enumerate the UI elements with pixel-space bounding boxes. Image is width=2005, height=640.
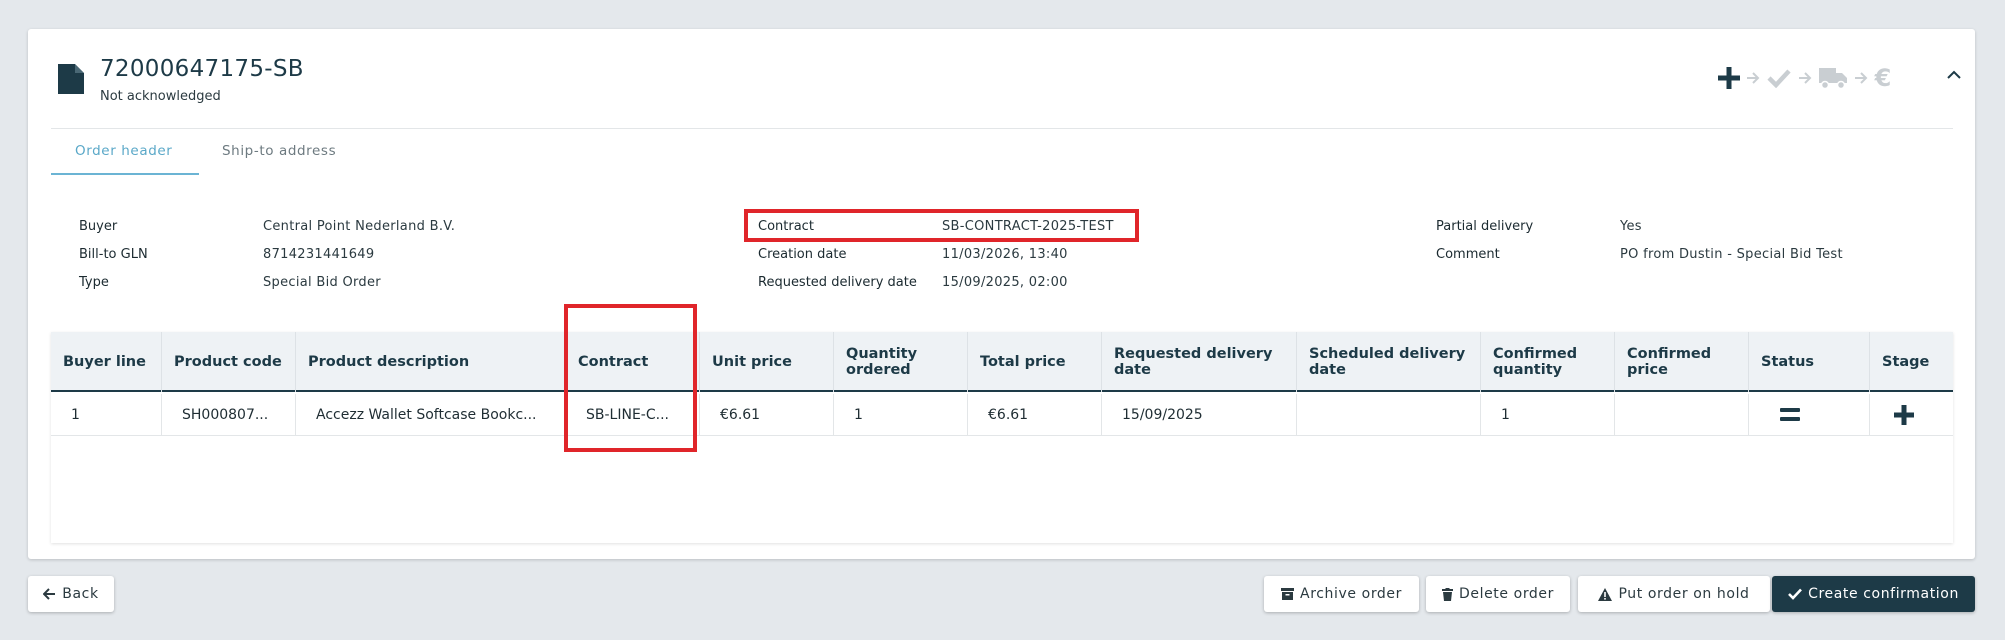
cell-product-description: Accezz Wallet Softcase Bookc...	[295, 394, 565, 436]
table-header: Buyer line Product code Product descript…	[51, 332, 1953, 392]
column-header[interactable]: Confirmed quantity	[1480, 332, 1614, 392]
creation-date-label: Creation date	[758, 247, 847, 262]
cell-product-code: SH000807...	[161, 394, 295, 436]
cell-confirmed-price	[1614, 394, 1748, 436]
truck-icon	[1816, 66, 1850, 90]
buyer-label: Buyer	[79, 219, 118, 234]
order-lines-table: Buyer line Product code Product descript…	[51, 332, 1953, 543]
partial-delivery-label: Partial delivery	[1436, 219, 1534, 234]
buyer-value: Central Point Nederland B.V.	[263, 219, 456, 234]
contract-label: Contract	[758, 219, 814, 234]
requested-delivery-label: Requested delivery date	[758, 275, 917, 290]
header-divider	[51, 128, 1953, 129]
trash-icon	[1442, 587, 1453, 601]
creation-date-value: 11/03/2026, 13:40	[942, 247, 1068, 262]
arrow-right-icon	[1794, 72, 1816, 84]
active-tab-indicator	[51, 173, 199, 175]
cell-unit-price: €6.61	[699, 394, 833, 436]
equals-icon	[1780, 408, 1800, 422]
requested-delivery-value: 15/09/2025, 02:00	[942, 275, 1068, 290]
tab-order-header[interactable]: Order header	[75, 143, 172, 159]
cell-quantity-ordered: 1	[833, 394, 967, 436]
cell-confirmed-quantity: 1	[1480, 394, 1614, 436]
document-icon	[58, 64, 84, 94]
check-icon	[1764, 68, 1794, 88]
back-button[interactable]: Back	[28, 576, 114, 612]
plus-icon[interactable]	[1893, 404, 1915, 426]
column-header[interactable]: Quantity ordered	[833, 332, 967, 392]
arrow-right-icon	[1742, 72, 1764, 84]
column-header[interactable]: Confirmed price	[1614, 332, 1748, 392]
bill-to-gln-label: Bill-to GLN	[79, 247, 148, 262]
cell-requested-delivery-date: 15/09/2025	[1101, 394, 1296, 436]
column-header[interactable]: Stage	[1869, 332, 1953, 392]
column-header[interactable]: Buyer line	[51, 332, 161, 392]
comment-value: PO from Dustin - Special Bid Test	[1620, 247, 1843, 262]
column-header[interactable]: Total price	[967, 332, 1101, 392]
euro-icon: €	[1874, 64, 1892, 92]
plus-icon[interactable]	[1716, 66, 1742, 90]
tab-ship-to-address[interactable]: Ship-to address	[222, 143, 336, 159]
bill-to-gln-value: 8714231441649	[263, 247, 375, 262]
contract-value: SB-CONTRACT-2025-TEST	[942, 219, 1114, 234]
table-row[interactable]: 1 SH000807... Accezz Wallet Softcase Boo…	[51, 394, 1953, 436]
column-header[interactable]: Product code	[161, 332, 295, 392]
column-header[interactable]: Scheduled delivery date	[1296, 332, 1480, 392]
check-icon	[1788, 588, 1803, 600]
column-header[interactable]: Requested delivery date	[1101, 332, 1296, 392]
put-on-hold-label: Put order on hold	[1618, 586, 1750, 602]
archive-icon	[1281, 588, 1295, 600]
warning-icon	[1598, 587, 1613, 601]
cell-status	[1748, 394, 1869, 436]
delete-order-label: Delete order	[1459, 586, 1554, 602]
archive-order-label: Archive order	[1300, 586, 1402, 602]
type-value: Special Bid Order	[263, 275, 381, 290]
back-label: Back	[62, 586, 99, 602]
arrow-right-icon	[1850, 72, 1872, 84]
create-confirmation-button[interactable]: Create confirmation	[1772, 576, 1975, 612]
delete-order-button[interactable]: Delete order	[1426, 576, 1570, 612]
type-label: Type	[79, 275, 109, 290]
chevron-up-icon[interactable]	[1945, 66, 1963, 84]
archive-order-button[interactable]: Archive order	[1264, 576, 1419, 612]
put-on-hold-button[interactable]: Put order on hold	[1578, 576, 1770, 612]
column-header[interactable]: Product description	[295, 332, 565, 392]
arrow-left-icon	[43, 588, 56, 600]
column-header[interactable]: Unit price	[699, 332, 833, 392]
order-status: Not acknowledged	[100, 89, 221, 104]
column-header[interactable]: Status	[1748, 332, 1869, 392]
cell-total-price: €6.61	[967, 394, 1101, 436]
stage-progress: €	[1716, 62, 1894, 94]
cell-scheduled-delivery-date	[1296, 394, 1480, 436]
cell-stage[interactable]	[1869, 394, 1953, 436]
create-confirmation-label: Create confirmation	[1808, 586, 1959, 602]
comment-label: Comment	[1436, 247, 1500, 262]
order-number: 72000647175-SB	[100, 56, 304, 82]
partial-delivery-value: Yes	[1620, 219, 1642, 234]
cell-buyer-line: 1	[71, 407, 80, 423]
highlight-box-line-contract	[564, 304, 697, 452]
